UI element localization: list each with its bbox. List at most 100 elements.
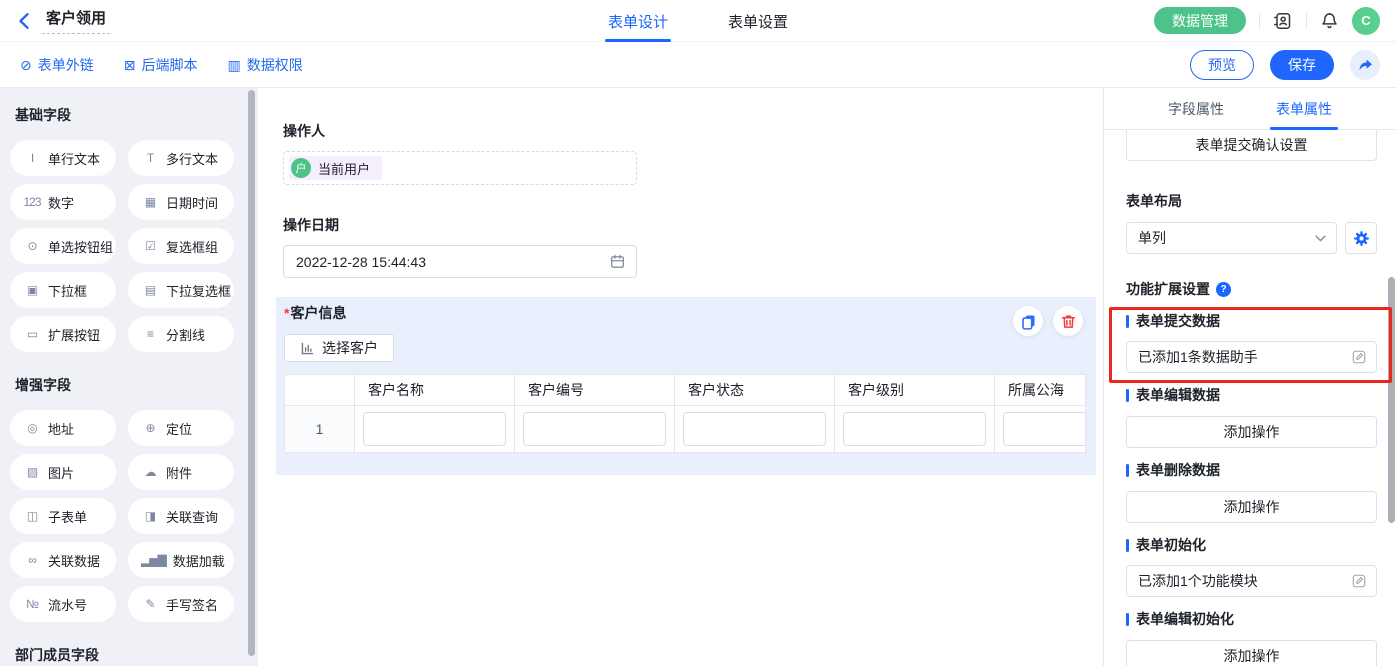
select-customer-button[interactable]: 选择客户 (284, 334, 394, 362)
field-type-pill[interactable]: ◫ 子表单 (10, 498, 116, 534)
properties-panel: 字段属性 表单属性 表单提交确认设置 表单布局 单列 功能扩展设置 ? (1103, 88, 1396, 666)
operate-date-input[interactable] (296, 254, 609, 270)
toolbar-link-icon: ▥ (227, 58, 240, 72)
field-type-pill[interactable]: ▤ 下拉复选框 (128, 272, 234, 308)
copy-section-button[interactable] (1013, 306, 1043, 336)
tab-field-properties[interactable]: 字段属性 (1168, 88, 1224, 130)
toolbar-link[interactable]: ▥ 数据权限 (227, 55, 302, 75)
field-type-pill[interactable]: 123 数字 (10, 184, 116, 220)
field-type-pill[interactable]: I 单行文本 (10, 140, 116, 176)
add-action-button[interactable]: 添加操作 (1126, 491, 1377, 523)
operate-date-field[interactable]: 操作日期 (283, 215, 1103, 278)
field-type-pill[interactable]: ▣ 下拉框 (10, 272, 116, 308)
delete-section-button[interactable] (1053, 306, 1083, 336)
field-type-icon: ▣ (23, 284, 41, 296)
cell-input[interactable] (363, 412, 506, 446)
customer-table-row: 1 (285, 406, 1085, 452)
section-title: 表单提交数据 (1136, 314, 1220, 329)
tab-form-properties[interactable]: 表单属性 (1276, 88, 1332, 130)
cell-input[interactable] (843, 412, 986, 446)
submit-data-value: 已添加1条数据助手 (1138, 347, 1258, 367)
operator-field[interactable]: 操作人 户 当前用户 (283, 121, 1103, 185)
field-type-icon: ☑ (141, 240, 159, 252)
cell-input[interactable] (523, 412, 666, 446)
field-type-icon: ◎ (23, 422, 41, 434)
operate-date-input-box[interactable] (283, 245, 637, 278)
toolbar-link[interactable]: ⊠ 后端脚本 (124, 55, 198, 75)
field-library-sidebar: 基础字段 I 单行文本 T 多行文本 123 数字 (0, 88, 258, 666)
toolbar-link-label: 表单外链 (38, 55, 94, 75)
cell-input[interactable] (1003, 412, 1086, 446)
notification-bell-icon[interactable] (1320, 11, 1339, 30)
field-type-label: 下拉复选框 (166, 281, 231, 300)
field-type-pill[interactable]: ▭ 扩展按钮 (10, 316, 116, 352)
table-cell (995, 406, 1086, 452)
operator-field-label: 操作人 (283, 121, 1103, 141)
layout-settings-button[interactable] (1345, 222, 1377, 254)
field-type-pill[interactable]: ≡ 分割线 (128, 316, 234, 352)
field-type-label: 下拉框 (48, 281, 87, 300)
add-action-button[interactable]: 添加操作 (1126, 640, 1377, 666)
copy-icon (1020, 313, 1037, 330)
submit-data-value-box[interactable]: 已添加1条数据助手 (1126, 341, 1377, 373)
field-type-pill[interactable]: ⊙ 单选按钮组 (10, 228, 116, 264)
panel-scrollbar[interactable] (1388, 277, 1395, 523)
field-type-pill[interactable]: ⊕ 定位 (128, 410, 234, 446)
field-type-label: 地址 (48, 419, 74, 438)
field-type-pill[interactable]: ∞ 关联数据 (10, 542, 116, 578)
form-init-value: 已添加1个功能模块 (1138, 571, 1258, 591)
form-designer-app: 客户领用 表单设计 表单设置 数据管理 C ⊘ 表单外链 (0, 0, 1396, 666)
form-init-value-box[interactable]: 已添加1个功能模块 (1126, 565, 1377, 597)
trash-icon (1060, 313, 1077, 330)
field-type-icon: ▧ (23, 466, 41, 478)
current-user-tag[interactable]: 户 当前用户 (289, 156, 382, 180)
data-manage-button[interactable]: 数据管理 (1154, 7, 1246, 34)
share-button[interactable] (1350, 50, 1380, 80)
operator-value-box[interactable]: 户 当前用户 (283, 151, 637, 185)
section-title-basic-fields: 基础字段 (15, 105, 234, 125)
field-type-pill[interactable]: ☑ 复选框组 (128, 228, 234, 264)
field-type-pill[interactable]: ◨ 关联查询 (128, 498, 234, 534)
back-button[interactable] (18, 12, 30, 30)
field-type-label: 多行文本 (166, 149, 218, 168)
section-bar (1126, 464, 1129, 477)
submit-confirm-settings-button[interactable]: 表单提交确认设置 (1126, 130, 1377, 161)
preview-button[interactable]: 预览 (1190, 50, 1254, 80)
help-question-icon[interactable]: ? (1216, 282, 1231, 297)
field-type-pill[interactable]: ▂▅▇ 数据加载 (128, 542, 234, 578)
customer-info-section[interactable]: * 客户信息 选择客户 (276, 297, 1096, 475)
toolbar-link[interactable]: ⊘ 表单外链 (20, 55, 94, 75)
extension-settings-title: 功能扩展设置 (1126, 279, 1210, 299)
section-title-enhanced-fields: 增强字段 (15, 375, 234, 395)
field-type-pill[interactable]: № 流水号 (10, 586, 116, 622)
chevron-left-icon (18, 12, 30, 30)
tab-form-settings[interactable]: 表单设置 (728, 0, 788, 42)
field-type-label: 关联查询 (166, 507, 218, 526)
edit-icon[interactable] (1351, 349, 1367, 365)
field-type-pill[interactable]: ▦ 日期时间 (128, 184, 234, 220)
divider (1306, 13, 1307, 28)
field-type-pill[interactable]: ✎ 手写签名 (128, 586, 234, 622)
save-button[interactable]: 保存 (1270, 50, 1334, 80)
sidebar-scrollbar[interactable] (248, 90, 255, 656)
section-form-submit-data: 表单提交数据 已添加1条数据助手 (1126, 314, 1377, 373)
row-number-header (285, 375, 355, 406)
field-type-pill[interactable]: ☁ 附件 (128, 454, 234, 490)
cell-input[interactable] (683, 412, 826, 446)
layout-select[interactable]: 单列 (1126, 222, 1337, 254)
form-title[interactable]: 客户领用 (42, 7, 110, 34)
tab-form-design[interactable]: 表单设计 (608, 0, 668, 42)
field-type-label: 流水号 (48, 595, 87, 614)
field-type-pill[interactable]: ◎ 地址 (10, 410, 116, 446)
field-type-pill[interactable]: ▧ 图片 (10, 454, 116, 490)
user-avatar[interactable]: C (1352, 7, 1380, 35)
table-cell (835, 406, 995, 452)
section-title: 表单编辑初始化 (1136, 612, 1234, 627)
add-action-button[interactable]: 添加操作 (1126, 416, 1377, 448)
field-type-pill[interactable]: T 多行文本 (128, 140, 234, 176)
field-type-icon: T (141, 152, 159, 164)
field-type-icon: ∞ (23, 554, 41, 566)
edit-icon[interactable] (1351, 573, 1367, 589)
toolbar-link-label: 后端脚本 (141, 55, 197, 75)
contacts-icon[interactable] (1273, 11, 1293, 31)
